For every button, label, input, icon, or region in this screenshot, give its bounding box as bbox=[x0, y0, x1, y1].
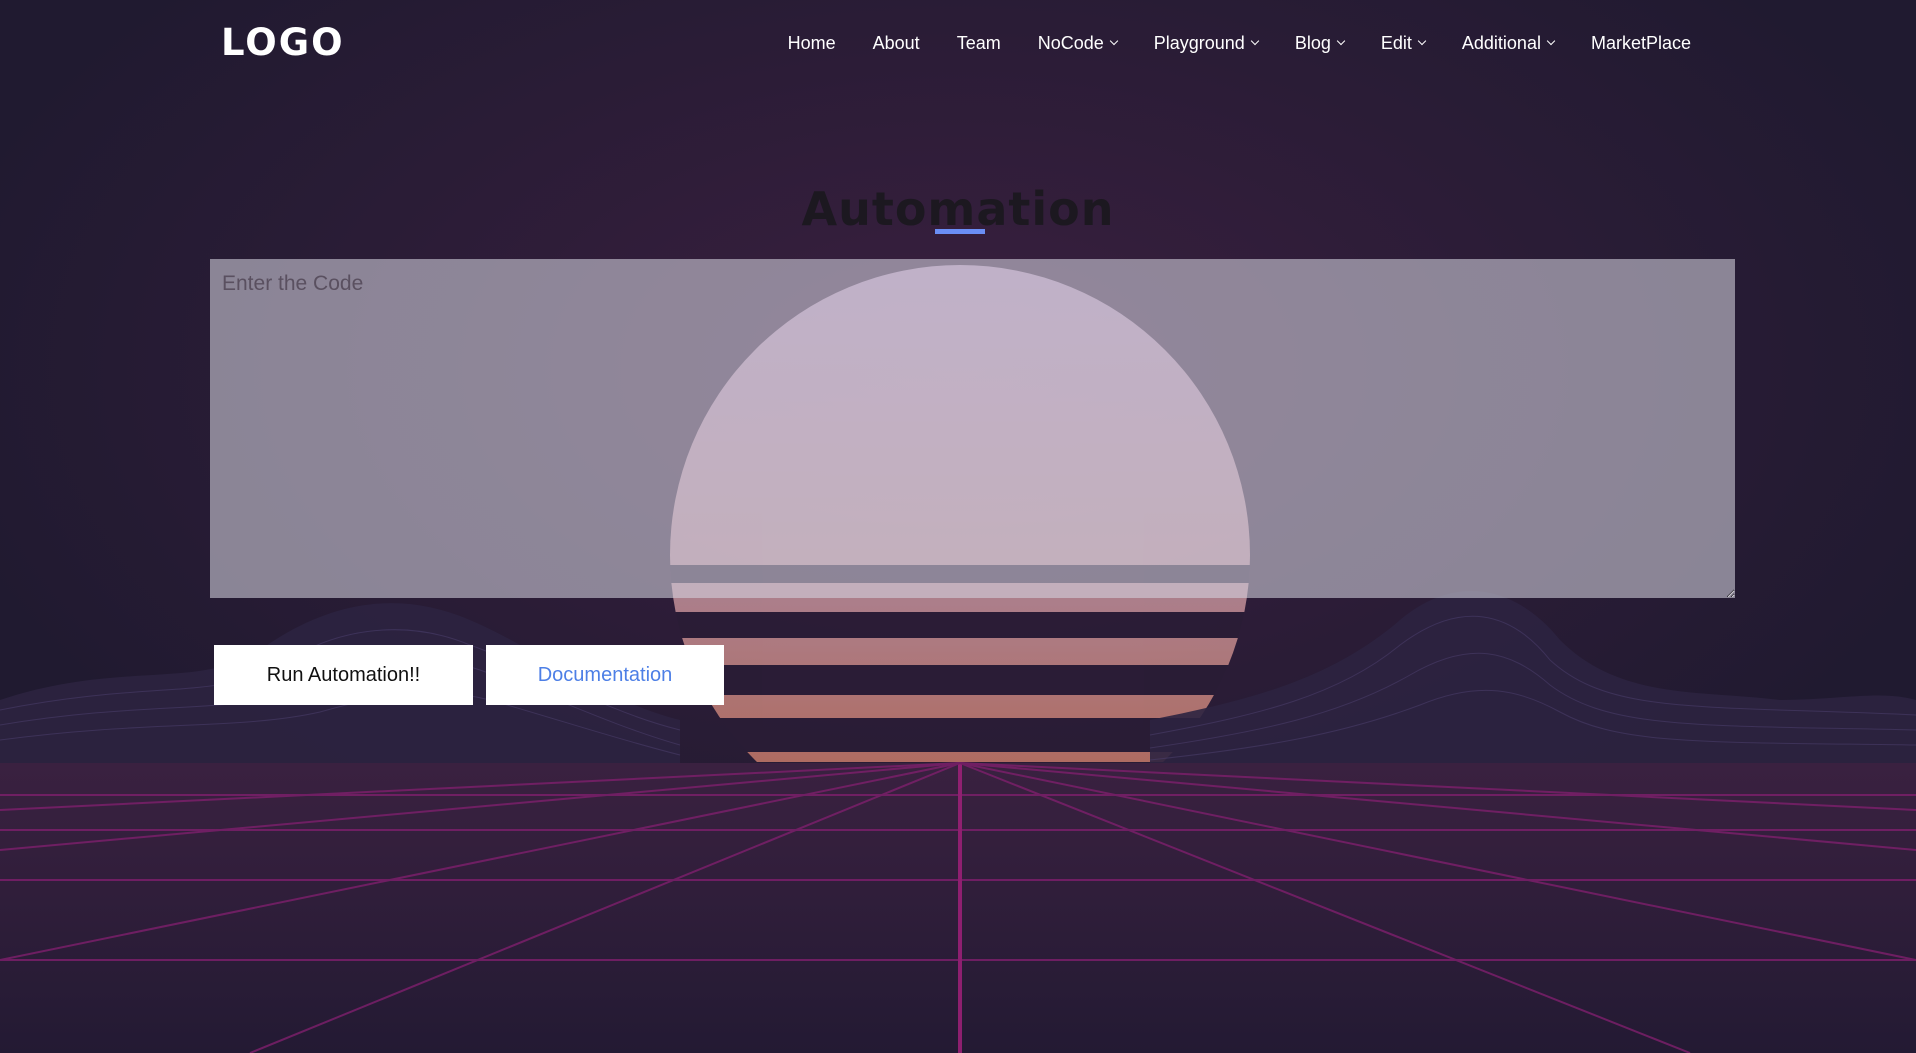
nav-item-edit[interactable]: Edit bbox=[1380, 30, 1427, 56]
chevron-down-icon bbox=[1250, 36, 1260, 46]
nav-item-label: Additional bbox=[1461, 33, 1541, 53]
nav-item-label: About bbox=[872, 33, 920, 53]
documentation-button[interactable]: Documentation bbox=[486, 645, 724, 705]
nav-item-label: Playground bbox=[1153, 33, 1245, 53]
run-automation-button[interactable]: Run Automation!! bbox=[214, 645, 473, 705]
chevron-down-icon bbox=[1336, 36, 1346, 46]
title-underline bbox=[935, 229, 985, 234]
logo[interactable]: LOGO bbox=[221, 20, 345, 66]
nav-item-label: Team bbox=[956, 33, 1001, 53]
nav-item-label: Edit bbox=[1380, 33, 1412, 53]
nav-item-label: Blog bbox=[1294, 33, 1331, 53]
nav-item-blog[interactable]: Blog bbox=[1294, 30, 1346, 56]
code-input[interactable] bbox=[210, 259, 1735, 598]
chevron-down-icon bbox=[1546, 36, 1556, 46]
chevron-down-icon bbox=[1109, 36, 1118, 46]
nav-item-home[interactable]: Home bbox=[788, 30, 836, 56]
nav-item-additional[interactable]: Additional bbox=[1461, 30, 1556, 56]
nav-item-label: NoCode bbox=[1037, 33, 1104, 53]
nav-item-marketplace[interactable]: MarketPlace bbox=[1591, 30, 1691, 56]
nav-menu: Home About Team NoCode Playground Blog E… bbox=[788, 30, 1691, 56]
nav-item-about[interactable]: About bbox=[873, 30, 920, 56]
nav-item-label: MarketPlace bbox=[1590, 33, 1691, 53]
nav-item-team[interactable]: Team bbox=[957, 30, 1001, 56]
nav-item-label: Home bbox=[787, 33, 836, 53]
nav-item-nocode[interactable]: NoCode bbox=[1037, 30, 1118, 56]
chevron-down-icon bbox=[1417, 36, 1427, 46]
navbar: LOGO Home About Team NoCode Playground B… bbox=[0, 0, 1916, 86]
nav-item-playground[interactable]: Playground bbox=[1153, 30, 1260, 56]
